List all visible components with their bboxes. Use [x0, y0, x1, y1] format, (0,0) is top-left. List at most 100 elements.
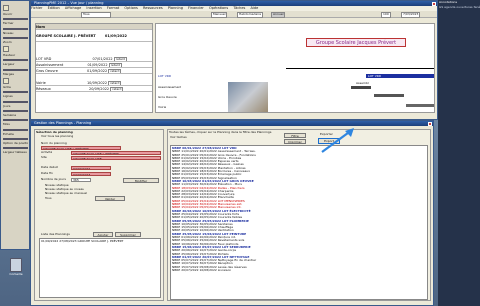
arrow-annotation-icon	[321, 128, 354, 153]
field-label: Site	[41, 156, 47, 159]
monthly-toggle[interactable]: Mensuel	[211, 12, 228, 18]
table-row[interactable]: GROUPE SCOLAIRE J. PRÉVERT 01/09/2022	[36, 30, 152, 42]
tool-label: Ouvrir	[3, 13, 13, 16]
table-row[interactable]: Réseaux 20/09/2022 retard	[36, 86, 152, 92]
row-name: LOT VRD	[36, 57, 52, 61]
gantt-bar[interactable]	[374, 94, 404, 97]
gantt-area: Groupe Scolaire Jacques Prévert LOT VRD …	[155, 23, 435, 113]
row-start: 10/09/2022	[86, 81, 108, 85]
height-slider[interactable]	[3, 36, 28, 39]
menu-item[interactable]: Opérations	[209, 6, 228, 10]
phase-label: Voirie	[158, 106, 167, 109]
task-list[interactable]: NBRE 06/01/2022 27/08/2022 LOT VRD NBRE …	[170, 145, 428, 300]
menu-item[interactable]: Tâches	[233, 6, 245, 10]
option-label[interactable]: Niveau statique au mensuel	[45, 192, 87, 195]
search-filter[interactable]: Tous	[81, 12, 111, 18]
menu-item[interactable]: Édition	[48, 6, 60, 10]
assembly-label: Assembl	[356, 82, 369, 85]
menu-item[interactable]: Fichier	[31, 6, 42, 10]
tool-label: Largeur	[3, 63, 15, 67]
end-date-field[interactable]: 07/09/2023	[71, 172, 111, 176]
toolbar: Tous Mensuel Hebdomadaire Annuel 100 7/0…	[31, 11, 437, 18]
tool-label: Option de position	[3, 141, 28, 145]
activity-field[interactable]: GROUPE SCOLAIRE J. PRÉVERT	[71, 151, 161, 155]
row-start: 01/09/2022	[87, 69, 108, 73]
side-panel-subtitle: GS agenda ouvertures fenêtres	[439, 5, 480, 10]
tool-label: Semaine	[3, 113, 17, 117]
planning-list[interactable]: 01/09/2022 27/08/2023 GROUPE SCOLAIRE J.…	[39, 238, 161, 298]
weekly-toggle[interactable]: Hebdomadaire	[237, 12, 264, 18]
month-slider[interactable]	[3, 119, 28, 122]
delete-button[interactable]: Supprimer	[115, 232, 141, 237]
lot-label: LOT VRD	[158, 75, 172, 78]
open-icon[interactable]	[3, 5, 9, 11]
planning-name-field[interactable]: GROUPE SCOLAIRE J. PRÉVERT	[41, 146, 121, 150]
close-icon[interactable]	[428, 121, 432, 126]
start-date-field[interactable]: 07/09/2022	[71, 166, 111, 170]
print-button[interactable]: Imprimer	[284, 139, 306, 144]
recycle-bin-label: Corbeille	[9, 273, 23, 276]
menu-item[interactable]: Options	[124, 6, 138, 10]
filter-button[interactable]: Filtre	[284, 133, 306, 138]
field-label: Nombre de jours	[41, 178, 66, 181]
row-name: Voirie	[36, 81, 46, 85]
zoom-icon[interactable]	[3, 46, 9, 53]
position-slider[interactable]	[3, 137, 28, 140]
menu-item[interactable]: Affichage	[65, 6, 81, 10]
row-start: 20/09/2022	[88, 87, 110, 91]
filter-label[interactable]: Voir tâches	[170, 136, 187, 139]
add-button[interactable]: Ajouter	[93, 232, 113, 237]
menu-item[interactable]: Ressources	[143, 6, 163, 10]
row-name: Réseaux	[36, 87, 51, 91]
row-start: 01/09/2022	[87, 63, 108, 67]
main-window: PlanningPME 2012 – Vue jour / planning F…	[30, 0, 438, 120]
days-slider[interactable]	[3, 100, 28, 103]
zoom-slider[interactable]	[3, 27, 28, 30]
tool-label: Lignes	[3, 95, 13, 99]
table-row[interactable]: Gros Oeuvre 01/09/2022 retard	[36, 68, 152, 74]
menu-item[interactable]: Aide	[250, 6, 258, 10]
menu-item[interactable]: Insertion	[86, 6, 101, 10]
zoom-field[interactable]: 100	[381, 12, 391, 18]
timeline-axis	[286, 68, 434, 69]
recycle-bin[interactable]: Corbeille	[6, 258, 26, 280]
grid-icon[interactable]	[3, 78, 9, 85]
row-name: Assainissement	[36, 63, 64, 67]
option-label[interactable]: Niveau statique	[45, 184, 69, 187]
tool-label: Echelle	[3, 132, 14, 136]
tool-label: Hauteur	[3, 54, 16, 58]
gantt-bar[interactable]: LOT VRD	[366, 74, 434, 78]
checkbox-label[interactable]: Tous	[45, 197, 52, 200]
level-slider[interactable]	[3, 18, 28, 21]
task-rows: NBRE 06/01/2022 27/08/2022 LOT VRD NBRE …	[172, 147, 426, 272]
scale-slider[interactable]	[3, 128, 28, 131]
row-name: GROUPE SCOLAIRE J. PRÉVERT	[36, 34, 96, 38]
option-label[interactable]: Niveau statique au niveau	[45, 188, 84, 191]
table-width-slider[interactable]	[3, 147, 28, 150]
gantt-bar[interactable]	[351, 86, 371, 89]
modify-button[interactable]: Modifier	[123, 178, 159, 183]
task-list-panel: Toutes les tâches, cliquer sur le Planni…	[167, 129, 431, 301]
tool-label: Marges	[3, 72, 14, 76]
width-slider[interactable]	[3, 59, 28, 62]
right-side-panel: Annotations GS agenda ouvertures fenêtre…	[438, 0, 480, 306]
margin-slider[interactable]	[3, 68, 28, 71]
week-slider[interactable]	[3, 109, 28, 112]
validate-button[interactable]: Valider	[95, 196, 125, 201]
annual-toggle[interactable]: Annuel	[271, 12, 286, 18]
lines-slider[interactable]	[3, 91, 28, 94]
site-field[interactable]: GROUPE SCOLAIRE	[71, 156, 161, 160]
tool-group: Ouvrir Fermer Niveau Zoom Hauteur Largeu…	[3, 5, 28, 154]
menu-item[interactable]: Format	[107, 6, 119, 10]
gantt-bar[interactable]	[406, 104, 434, 107]
menu-item[interactable]: Planning	[168, 6, 183, 10]
close-icon[interactable]	[432, 1, 436, 6]
field-label: Date fin	[41, 172, 53, 175]
tool-label: Mois	[3, 123, 10, 127]
phase-label: Gros Oeuvre	[158, 96, 177, 99]
list-item[interactable]: NBRE 20/07/2022 10/08/2022 Livraison	[172, 268, 426, 272]
duration-field[interactable]: 365	[71, 178, 91, 182]
date-field[interactable]: 7/03/2023	[401, 12, 421, 18]
task-grid: Nom GROUPE SCOLAIRE J. PRÉVERT 01/09/202…	[35, 23, 153, 113]
menu-item[interactable]: Financier	[188, 6, 204, 10]
